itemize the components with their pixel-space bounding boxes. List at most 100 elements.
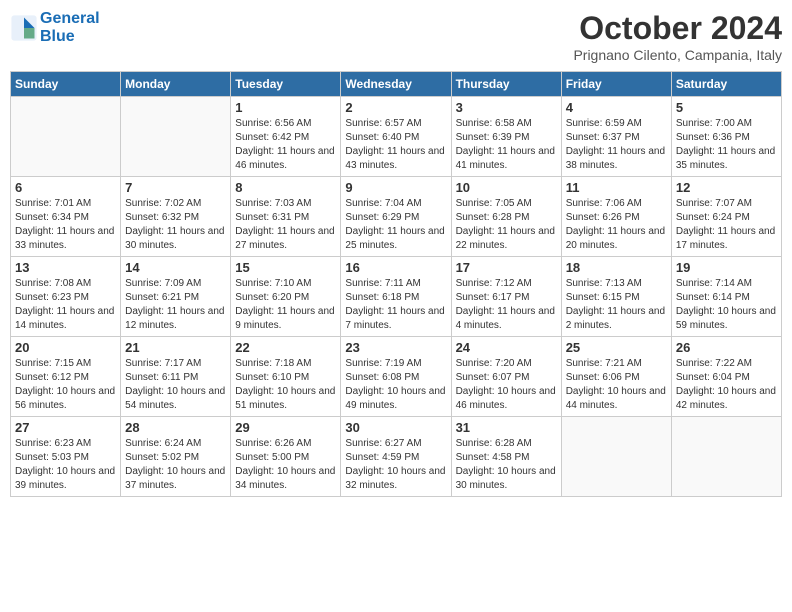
calendar-week-row: 13Sunrise: 7:08 AM Sunset: 6:23 PM Dayli… <box>11 257 782 337</box>
day-info: Sunrise: 7:03 AM Sunset: 6:31 PM Dayligh… <box>235 197 336 253</box>
calendar-week-row: 6 Sunrise: 7:01 AM Sunset: 6:34 PM Daylig… <box>11 177 782 257</box>
calendar-cell <box>121 97 231 177</box>
day-info: Sunrise: 6:26 AM Sunset: 5:00 PM Dayligh… <box>235 437 336 493</box>
calendar-cell: 30Sunrise: 6:27 AM Sunset: 4:59 PM Dayli… <box>341 417 451 497</box>
calendar-cell: 22 Sunrise: 7:18 AM Sunset: 6:10 PM Dayli… <box>231 337 341 417</box>
calendar-cell: 3 Sunrise: 6:58 AM Sunset: 6:39 PM Daylig… <box>451 97 561 177</box>
day-number: 3 <box>456 100 557 115</box>
day-info: Sunrise: 7:11 AM Sunset: 6:18 PM Dayligh… <box>345 277 446 333</box>
day-info: Sunrise: 6:58 AM Sunset: 6:39 PM Dayligh… <box>456 117 557 173</box>
calendar-cell: 16 Sunrise: 7:11 AM Sunset: 6:18 PM Dayli… <box>341 257 451 337</box>
calendar-cell: 20 Sunrise: 7:15 AM Sunset: 6:12 PM Dayli… <box>11 337 121 417</box>
calendar-cell: 25 Sunrise: 7:21 AM Sunset: 6:06 PM Dayli… <box>561 337 671 417</box>
calendar-week-row: 20 Sunrise: 7:15 AM Sunset: 6:12 PM Dayli… <box>11 337 782 417</box>
weekday-header: Thursday <box>451 72 561 97</box>
day-number: 6 <box>15 180 116 195</box>
day-info: Sunrise: 6:24 AM Sunset: 5:02 PM Dayligh… <box>125 437 226 493</box>
calendar-cell: 17Sunrise: 7:12 AM Sunset: 6:17 PM Dayli… <box>451 257 561 337</box>
weekday-header: Friday <box>561 72 671 97</box>
day-info: Sunrise: 7:15 AM Sunset: 6:12 PM Dayligh… <box>15 357 116 413</box>
day-number: 15 <box>235 260 336 275</box>
calendar-cell: 24 Sunrise: 7:20 AM Sunset: 6:07 PM Dayli… <box>451 337 561 417</box>
day-info: Sunrise: 7:05 AM Sunset: 6:28 PM Dayligh… <box>456 197 557 253</box>
day-info: Sunrise: 7:09 AM Sunset: 6:21 PM Dayligh… <box>125 277 226 333</box>
calendar-cell: 2 Sunrise: 6:57 AM Sunset: 6:40 PM Daylig… <box>341 97 451 177</box>
day-number: 28 <box>125 420 226 435</box>
calendar-cell: 15Sunrise: 7:10 AM Sunset: 6:20 PM Dayli… <box>231 257 341 337</box>
day-info: Sunrise: 7:04 AM Sunset: 6:29 PM Dayligh… <box>345 197 446 253</box>
day-info: Sunrise: 7:21 AM Sunset: 6:06 PM Dayligh… <box>566 357 667 413</box>
day-number: 18 <box>566 260 667 275</box>
day-info: Sunrise: 7:14 AM Sunset: 6:14 PM Dayligh… <box>676 277 777 333</box>
calendar-cell: 28 Sunrise: 6:24 AM Sunset: 5:02 PM Dayli… <box>121 417 231 497</box>
day-info: Sunrise: 7:01 AM Sunset: 6:34 PM Dayligh… <box>15 197 116 253</box>
weekday-header: Saturday <box>671 72 781 97</box>
calendar-cell: 31 Sunrise: 6:28 AM Sunset: 4:58 PM Dayli… <box>451 417 561 497</box>
logo-text: General Blue <box>40 10 100 46</box>
calendar-cell: 12Sunrise: 7:07 AM Sunset: 6:24 PM Dayli… <box>671 177 781 257</box>
calendar-cell <box>561 417 671 497</box>
day-info: Sunrise: 7:22 AM Sunset: 6:04 PM Dayligh… <box>676 357 777 413</box>
day-number: 11 <box>566 180 667 195</box>
calendar-cell: 6 Sunrise: 7:01 AM Sunset: 6:34 PM Daylig… <box>11 177 121 257</box>
calendar-week-row: 1Sunrise: 6:56 AM Sunset: 6:42 PM Daylig… <box>11 97 782 177</box>
calendar-cell <box>671 417 781 497</box>
weekday-header: Wednesday <box>341 72 451 97</box>
day-number: 13 <box>15 260 116 275</box>
calendar-cell: 14 Sunrise: 7:09 AM Sunset: 6:21 PM Dayli… <box>121 257 231 337</box>
day-info: Sunrise: 7:00 AM Sunset: 6:36 PM Dayligh… <box>676 117 777 173</box>
day-number: 24 <box>456 340 557 355</box>
day-info: Sunrise: 6:56 AM Sunset: 6:42 PM Dayligh… <box>235 117 336 173</box>
calendar-cell: 29 Sunrise: 6:26 AM Sunset: 5:00 PM Dayli… <box>231 417 341 497</box>
month-title: October 2024 <box>573 10 782 47</box>
day-number: 10 <box>456 180 557 195</box>
day-number: 27 <box>15 420 116 435</box>
logo: General Blue <box>10 10 100 46</box>
day-info: Sunrise: 7:13 AM Sunset: 6:15 PM Dayligh… <box>566 277 667 333</box>
day-number: 7 <box>125 180 226 195</box>
calendar-cell: 5 Sunrise: 7:00 AM Sunset: 6:36 PM Daylig… <box>671 97 781 177</box>
day-number: 25 <box>566 340 667 355</box>
calendar-cell: 10 Sunrise: 7:05 AM Sunset: 6:28 PM Dayli… <box>451 177 561 257</box>
calendar-cell: 7Sunrise: 7:02 AM Sunset: 6:32 PM Daylig… <box>121 177 231 257</box>
calendar-cell: 19 Sunrise: 7:14 AM Sunset: 6:14 PM Dayli… <box>671 257 781 337</box>
day-number: 8 <box>235 180 336 195</box>
day-number: 19 <box>676 260 777 275</box>
page-header: General Blue October 2024 Prignano Cilen… <box>10 10 782 63</box>
day-number: 29 <box>235 420 336 435</box>
day-info: Sunrise: 7:06 AM Sunset: 6:26 PM Dayligh… <box>566 197 667 253</box>
calendar-cell: 23 Sunrise: 7:19 AM Sunset: 6:08 PM Dayli… <box>341 337 451 417</box>
day-info: Sunrise: 6:23 AM Sunset: 5:03 PM Dayligh… <box>15 437 116 493</box>
day-info: Sunrise: 7:07 AM Sunset: 6:24 PM Dayligh… <box>676 197 777 253</box>
calendar-cell: 27 Sunrise: 6:23 AM Sunset: 5:03 PM Dayli… <box>11 417 121 497</box>
weekday-header: Sunday <box>11 72 121 97</box>
calendar-cell: 8 Sunrise: 7:03 AM Sunset: 6:31 PM Daylig… <box>231 177 341 257</box>
day-info: Sunrise: 7:19 AM Sunset: 6:08 PM Dayligh… <box>345 357 446 413</box>
day-number: 14 <box>125 260 226 275</box>
day-number: 22 <box>235 340 336 355</box>
day-number: 20 <box>15 340 116 355</box>
day-info: Sunrise: 7:18 AM Sunset: 6:10 PM Dayligh… <box>235 357 336 413</box>
calendar-table: SundayMondayTuesdayWednesdayThursdayFrid… <box>10 71 782 497</box>
title-block: October 2024 Prignano Cilento, Campania,… <box>573 10 782 63</box>
calendar-cell: 21 Sunrise: 7:17 AM Sunset: 6:11 PM Dayli… <box>121 337 231 417</box>
day-info: Sunrise: 6:57 AM Sunset: 6:40 PM Dayligh… <box>345 117 446 173</box>
day-number: 31 <box>456 420 557 435</box>
day-number: 16 <box>345 260 446 275</box>
day-number: 2 <box>345 100 446 115</box>
calendar-cell: 1Sunrise: 6:56 AM Sunset: 6:42 PM Daylig… <box>231 97 341 177</box>
day-number: 17 <box>456 260 557 275</box>
weekday-header-row: SundayMondayTuesdayWednesdayThursdayFrid… <box>11 72 782 97</box>
day-number: 23 <box>345 340 446 355</box>
day-info: Sunrise: 7:20 AM Sunset: 6:07 PM Dayligh… <box>456 357 557 413</box>
calendar-cell: 9Sunrise: 7:04 AM Sunset: 6:29 PM Daylig… <box>341 177 451 257</box>
day-number: 5 <box>676 100 777 115</box>
logo-icon <box>10 14 38 42</box>
calendar-cell: 13Sunrise: 7:08 AM Sunset: 6:23 PM Dayli… <box>11 257 121 337</box>
day-number: 21 <box>125 340 226 355</box>
day-info: Sunrise: 7:17 AM Sunset: 6:11 PM Dayligh… <box>125 357 226 413</box>
calendar-cell: 26Sunrise: 7:22 AM Sunset: 6:04 PM Dayli… <box>671 337 781 417</box>
day-number: 30 <box>345 420 446 435</box>
day-info: Sunrise: 6:28 AM Sunset: 4:58 PM Dayligh… <box>456 437 557 493</box>
weekday-header: Monday <box>121 72 231 97</box>
